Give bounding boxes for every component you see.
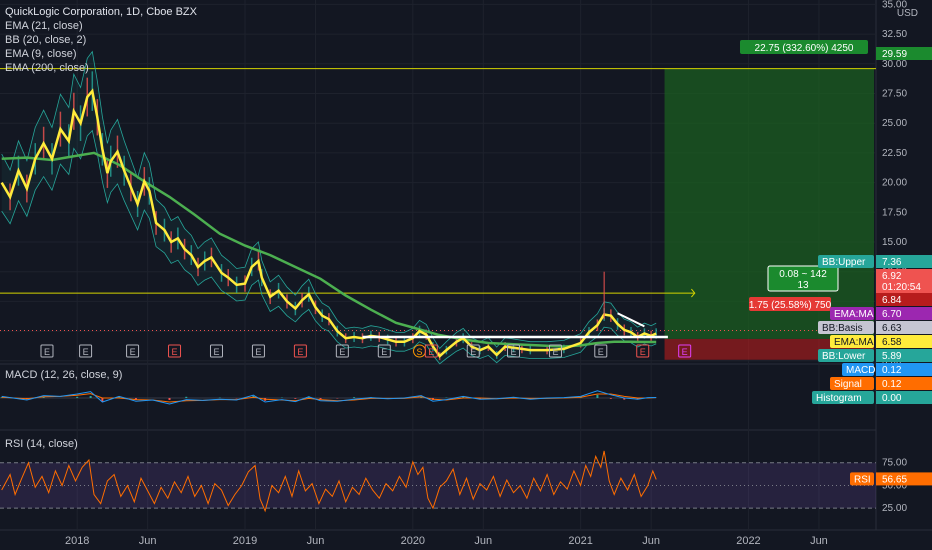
symbol-title[interactable]: QuickLogic Corporation, 1D, Cboe BZX (5, 5, 197, 19)
earnings-marker-label: E (511, 347, 517, 357)
earnings-marker-label: E (682, 347, 688, 357)
axis-value-text: 6.63 (882, 323, 902, 334)
time-axis-label: Jun (474, 535, 492, 547)
time-axis-label: Jun (139, 535, 157, 547)
earnings-marker-label: E (428, 347, 434, 357)
earnings-marker-label: E (130, 347, 136, 357)
chart-root: 35.00 32.50 30.00 27.50 25.00 22.50 20.00 17.50… (0, 0, 932, 550)
earnings-marker-label: E (470, 347, 476, 357)
macd-value-text: 0.12 (882, 365, 902, 376)
indicator-tag-text: EMA:MA (834, 337, 874, 348)
time-axis-label: 2019 (233, 535, 257, 547)
price-tick-label: 32.50 (882, 29, 907, 40)
axis-value-text: 6.58 (882, 337, 902, 348)
earnings-marker-label: E (255, 347, 261, 357)
time-axis-label: Jun (642, 535, 660, 547)
rsi-legend[interactable]: RSI (14, close) (5, 437, 78, 451)
price-tick-label: 27.50 (882, 88, 907, 99)
time-axis-label: 2020 (401, 535, 425, 547)
price-tick-label: 30.00 (882, 59, 907, 70)
indicator-tag-text: BB:Lower (822, 351, 866, 362)
earnings-marker-label: E (297, 347, 303, 357)
chart-canvas[interactable]: 35.0032.5030.0027.5025.0022.5020.0017.50… (0, 0, 932, 550)
legend-ema-9[interactable]: EMA (9, close) (5, 47, 197, 61)
earnings-marker-label: E (381, 347, 387, 357)
axis-value-text: 5.89 (882, 351, 902, 362)
indicator-tag-text: BB:Upper (822, 257, 866, 268)
axis-price-text: 6.84 (882, 295, 902, 306)
time-axis-label: 2021 (568, 535, 592, 547)
earnings-marker-label: E (640, 347, 646, 357)
earnings-marker-label: E (598, 347, 604, 357)
indicator-tag-text: EMA:MA (834, 309, 874, 320)
rsi-tag-text: RSI (854, 474, 871, 485)
price-tick-label: 15.00 (882, 237, 907, 248)
macd-legend[interactable]: MACD (12, 26, close, 9) (5, 368, 122, 382)
legend-bb[interactable]: BB (20, close, 2) (5, 33, 197, 47)
time-axis-label: Jun (810, 535, 828, 547)
split-marker-label: S (417, 347, 423, 357)
earnings-marker-label: E (552, 347, 558, 357)
rsi-tick-label: 75.00 (882, 458, 907, 469)
earnings-marker-label: E (339, 347, 345, 357)
macd-value-text: 0.12 (882, 379, 902, 390)
axis-value-text: 7.36 (882, 257, 902, 268)
rsi-value-text: 56.65 (882, 474, 907, 485)
price-tick-label: 25.00 (882, 118, 907, 129)
rsi-tick-label: 25.00 (882, 503, 907, 514)
entry-label: 0.08 ~ 142 (779, 269, 827, 280)
earnings-marker-label: E (172, 347, 178, 357)
time-axis-label: 2022 (736, 535, 760, 547)
axis-value-text: 6.70 (882, 309, 902, 320)
macd-tag-text: Signal (834, 379, 862, 390)
time-axis-label: 2018 (65, 535, 89, 547)
macd-tag-text: MACD (846, 365, 875, 376)
main-legend: QuickLogic Corporation, 1D, Cboe BZX EMA… (5, 5, 197, 75)
time-axis-label: Jun (307, 535, 325, 547)
rsi-legend-text: RSI (14, close) (5, 438, 78, 450)
earnings-marker-label: E (83, 347, 89, 357)
price-tick-label: 20.00 (882, 178, 907, 189)
price-tick-label: 22.50 (882, 148, 907, 159)
earnings-marker-label: E (44, 347, 50, 357)
target-label: 22.75 (332.60%) 4250 (755, 43, 854, 54)
legend-ema-21[interactable]: EMA (21, close) (5, 19, 197, 33)
axis-price-text: 29.59 (882, 49, 907, 60)
axis-price-text: 6.92 (882, 271, 902, 282)
indicator-tag-text: BB:Basis (822, 323, 863, 334)
currency-label[interactable]: USD (897, 8, 918, 19)
price-tick-label: 17.50 (882, 207, 907, 218)
entry-label: 13 (797, 280, 809, 291)
countdown-text: 01:20:54 (882, 282, 921, 293)
macd-legend-text: MACD (12, 26, close, 9) (5, 369, 123, 381)
stop-label: 1.75 (25.58%) 750 (749, 300, 832, 311)
macd-value-text: 0.00 (882, 393, 902, 404)
legend-ema-200[interactable]: EMA (200, close) (5, 61, 197, 75)
bollinger-upper (1, 50, 657, 350)
macd-tag-text: Histogram (816, 393, 862, 404)
earnings-marker-label: E (213, 347, 219, 357)
